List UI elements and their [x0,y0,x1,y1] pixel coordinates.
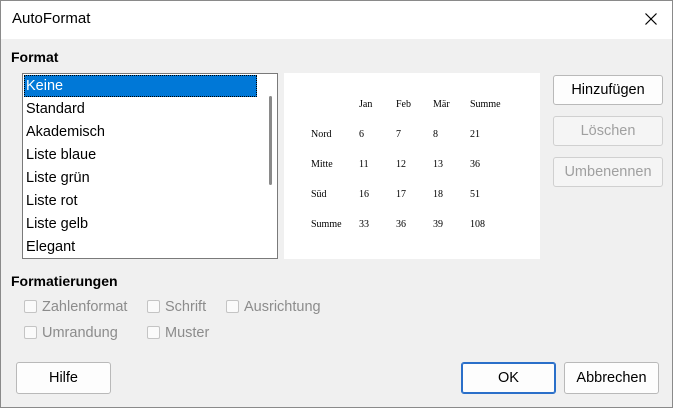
preview-col-header: Feb [396,99,411,110]
format-list-item-liste-gelb[interactable]: Liste gelb [24,213,257,235]
format-list-scrollbar[interactable] [264,75,277,258]
format-list[interactable]: Keine Standard Akademisch Liste blaue Li… [22,73,278,259]
checkbox-box[interactable] [24,300,37,313]
close-button[interactable] [629,1,672,39]
delete-button[interactable]: Löschen [553,116,663,146]
format-list-item-liste-gruen[interactable]: Liste grün [24,167,257,189]
preview-cell: 36 [470,159,480,170]
preview-col-header: Mär [433,99,450,110]
preview-cell: 12 [396,159,406,170]
checkbox-box[interactable] [147,300,160,313]
title-bar: AutoFormat [1,1,672,39]
preview-cell: 33 [359,219,369,230]
preview-row-label: Summe [311,219,342,230]
preview-cell: 13 [433,159,443,170]
autoformat-dialog: AutoFormat Format Keine Standard Akademi… [0,0,673,408]
formatierungen-section-label: Formatierungen [11,273,118,289]
preview-cell: 17 [396,189,406,200]
format-list-item-akademisch[interactable]: Akademisch [24,121,257,143]
preview-col-header: Jan [359,99,373,110]
preview-cell: 7 [396,129,401,140]
window-title: AutoFormat [12,10,91,27]
checkbox-box[interactable] [147,326,160,339]
preview-cell: 6 [359,129,364,140]
add-button[interactable]: Hinzufügen [553,75,663,105]
preview-cell: 8 [433,129,438,140]
checkbox-box[interactable] [24,326,37,339]
format-list-item-standard[interactable]: Standard [24,98,257,120]
scroll-thumb[interactable] [269,96,272,185]
rename-button[interactable]: Umbenennen [553,157,663,187]
preview-row-label: Süd [311,189,327,200]
checkbox-label: Ausrichtung [244,299,321,315]
preview-row-label: Nord [311,129,332,140]
preview-cell: 21 [470,129,480,140]
format-list-item-elegant[interactable]: Elegant [24,236,257,258]
preview-col-header: Summe [470,99,501,110]
preview-cell: 51 [470,189,480,200]
close-icon [645,13,657,25]
format-list-item-liste-rot[interactable]: Liste rot [24,190,257,212]
checkbox-label: Zahlenformat [42,299,128,315]
checkbox-label: Schrift [165,299,207,315]
cancel-button[interactable]: Abbrechen [564,362,659,394]
format-list-item-liste-blaue[interactable]: Liste blaue [24,144,257,166]
help-button[interactable]: Hilfe [16,362,111,394]
format-list-item-keine[interactable]: Keine [24,75,257,97]
preview-cell: 108 [470,219,485,230]
checkbox-label: Umrandung [42,325,118,341]
preview-cell: 18 [433,189,443,200]
preview-cell: 11 [359,159,369,170]
checkbox-box[interactable] [226,300,239,313]
ok-button[interactable]: OK [461,362,556,394]
preview-cell: 36 [396,219,406,230]
checkbox-label: Muster [165,325,210,341]
format-preview: Jan Feb Mär Summe Nord 6 7 8 21 Mitte 11… [284,73,540,259]
preview-row-label: Mitte [311,159,333,170]
format-section-label: Format [11,49,59,65]
preview-cell: 16 [359,189,369,200]
preview-cell: 39 [433,219,443,230]
